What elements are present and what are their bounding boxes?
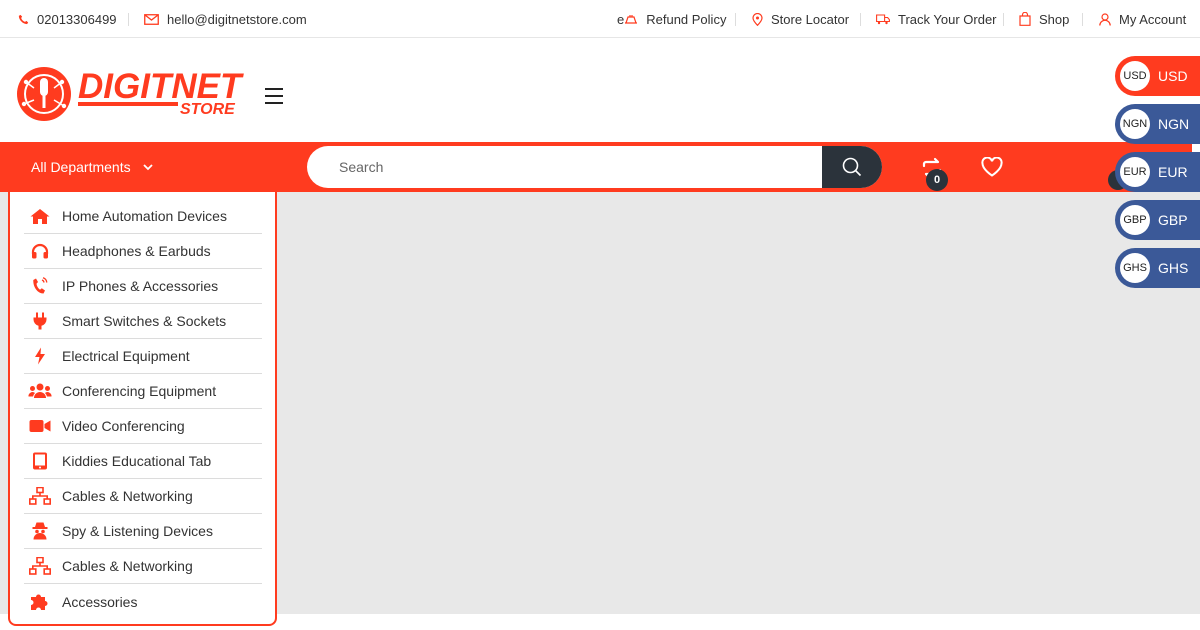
department-item[interactable]: Spy & Listening Devices <box>24 514 262 549</box>
track-order-label: Track Your Order <box>898 11 997 27</box>
chevron-down-icon <box>142 163 153 170</box>
department-item[interactable]: Conferencing Equipment <box>24 374 262 409</box>
department-label: Kiddies Educational Tab <box>62 453 212 469</box>
divider <box>860 13 861 26</box>
currency-code-badge: USD <box>1120 61 1150 91</box>
header: DIGITNET STORE <box>0 38 1200 142</box>
divider <box>128 13 129 26</box>
logo[interactable]: DIGITNET STORE <box>14 64 264 124</box>
currency-option-gbp[interactable]: GBP GBP <box>1115 200 1200 240</box>
refund-icon <box>625 14 638 24</box>
phone-volume-icon <box>28 276 52 296</box>
currency-code-badge: GHS <box>1120 253 1150 283</box>
department-label: Electrical Equipment <box>62 348 190 364</box>
currency-option-eur[interactable]: EUR EUR <box>1115 152 1200 192</box>
headphones-icon <box>28 241 52 261</box>
network-icon <box>28 556 52 576</box>
department-label: Conferencing Equipment <box>62 383 217 399</box>
all-departments-label: All Departments <box>31 159 131 175</box>
department-item[interactable]: Home Automation Devices <box>24 199 262 234</box>
wishlist-heart-icon[interactable] <box>981 157 1003 177</box>
currency-option-ngn[interactable]: NGN NGN <box>1115 104 1200 144</box>
department-item[interactable]: Headphones & Earbuds <box>24 234 262 269</box>
users-icon <box>28 381 52 401</box>
shop-link[interactable]: Shop <box>1019 0 1069 38</box>
department-label: IP Phones & Accessories <box>62 278 219 294</box>
shopping-bag-icon <box>1019 12 1031 26</box>
store-locator-link[interactable]: Store Locator <box>752 0 849 38</box>
departments-list: Home Automation Devices Headphones & Ear… <box>24 199 262 619</box>
search-icon <box>842 157 862 177</box>
all-departments-toggle[interactable]: All Departments <box>31 142 153 192</box>
divider <box>1003 13 1004 26</box>
department-item[interactable]: Smart Switches & Sockets <box>24 304 262 339</box>
department-label: Accessories <box>62 593 138 610</box>
spy-icon <box>28 521 52 541</box>
email-address: hello@digitnetstore.com <box>167 11 307 27</box>
currency-label: GBP <box>1158 212 1188 228</box>
refund-prefix: e <box>617 11 625 27</box>
compare-count-badge: 0 <box>926 169 948 191</box>
my-account-label: My Account <box>1119 11 1187 27</box>
departments-menu: Home Automation Devices Headphones & Ear… <box>8 192 277 626</box>
truck-icon <box>876 13 890 24</box>
currency-option-usd[interactable]: USD USD <box>1115 56 1200 96</box>
department-label: Spy & Listening Devices <box>62 523 213 539</box>
my-account-link[interactable]: My Account <box>1099 0 1186 38</box>
home-icon <box>28 206 52 226</box>
currency-code-badge: EUR <box>1120 157 1150 187</box>
department-label: Home Automation Devices <box>62 208 227 224</box>
track-order-link[interactable]: Track Your Order <box>876 0 997 38</box>
department-label: Headphones & Earbuds <box>62 243 211 259</box>
envelope-icon <box>144 13 159 25</box>
search-button[interactable] <box>822 146 882 188</box>
department-label: Smart Switches & Sockets <box>62 313 227 329</box>
department-item[interactable]: Video Conferencing <box>24 409 262 444</box>
department-item[interactable]: Electrical Equipment <box>24 339 262 374</box>
currency-label: USD <box>1158 68 1188 84</box>
phone-icon <box>18 14 29 24</box>
currency-code-badge: GBP <box>1120 205 1150 235</box>
top-bar: 02013306499 hello@digitnetstore.com e Re… <box>0 0 1200 38</box>
currency-code-badge: NGN <box>1120 109 1150 139</box>
currency-option-ghs[interactable]: GHS GHS <box>1115 248 1200 288</box>
department-label: Cables & Networking <box>62 488 193 504</box>
divider <box>1082 13 1083 26</box>
network-icon <box>28 486 52 506</box>
hamburger-menu-icon[interactable] <box>265 88 283 104</box>
puzzle-icon <box>28 592 52 612</box>
store-locator-label: Store Locator <box>771 11 850 27</box>
department-item[interactable]: Cables & Networking <box>24 549 262 584</box>
search-bar <box>307 146 882 188</box>
refund-policy-label: Refund Policy <box>646 11 727 27</box>
location-pin-icon <box>752 12 763 26</box>
logo-subtitle: STORE <box>180 101 236 118</box>
department-label: Video Conferencing <box>62 418 185 434</box>
phone-contact[interactable]: 02013306499 <box>18 0 117 38</box>
bolt-icon <box>28 346 52 366</box>
email-contact[interactable]: hello@digitnetstore.com <box>144 0 307 38</box>
department-item[interactable]: Accessories <box>24 584 262 619</box>
user-icon <box>1099 12 1111 26</box>
divider <box>735 13 736 26</box>
currency-label: NGN <box>1158 116 1190 132</box>
shop-label: Shop <box>1039 11 1070 27</box>
search-input[interactable] <box>307 146 822 188</box>
plug-icon <box>28 311 52 331</box>
department-label: Cables & Networking <box>62 558 193 574</box>
department-item[interactable]: Kiddies Educational Tab <box>24 444 262 479</box>
video-camera-icon <box>28 416 52 436</box>
refund-policy-link[interactable]: e Refund Policy <box>617 0 726 38</box>
tablet-icon <box>28 451 52 471</box>
phone-number: 02013306499 <box>37 11 117 27</box>
department-item[interactable]: Cables & Networking <box>24 479 262 514</box>
currency-label: EUR <box>1158 164 1188 180</box>
department-item[interactable]: IP Phones & Accessories <box>24 269 262 304</box>
currency-label: GHS <box>1158 260 1189 276</box>
